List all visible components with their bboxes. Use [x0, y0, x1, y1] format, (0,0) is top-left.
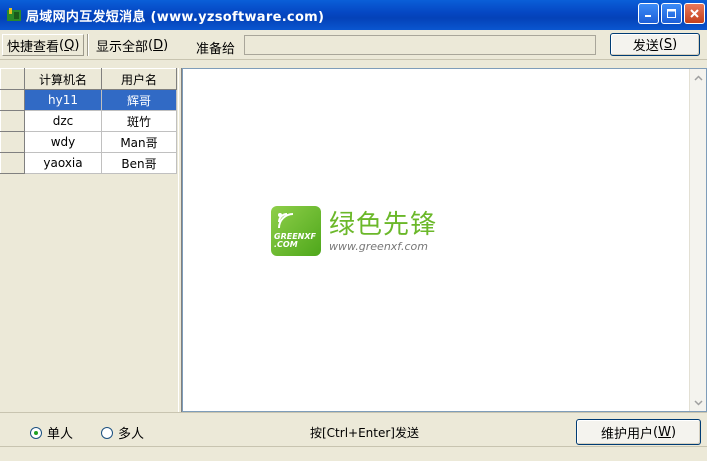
quick-view-label: 快捷查看	[7, 39, 60, 55]
chevron-up-icon	[693, 74, 703, 81]
ready-to-label: 准备给	[196, 42, 236, 57]
row-header[interactable]	[0, 110, 25, 132]
table-corner	[0, 68, 25, 90]
multi-label: 多人	[118, 427, 145, 442]
user-name-cell[interactable]: Ben哥	[101, 152, 177, 174]
computer-name-cell[interactable]: wdy	[24, 131, 102, 153]
show-all-label: 显示全部	[96, 39, 149, 55]
maintain-label: 维护用户	[600, 426, 653, 442]
close-button[interactable]	[684, 3, 705, 24]
single-label: 单人	[47, 427, 74, 442]
toolbar-separator	[87, 34, 89, 56]
window-title: 局域网内互发短消息 (www.yzsoftware.com)	[26, 9, 325, 25]
multi-user-radio[interactable]: 多人	[101, 423, 144, 442]
row-header[interactable]	[0, 131, 25, 153]
radio-button[interactable]	[30, 426, 42, 439]
maintain-users-button[interactable]: 维护用户(W)	[576, 419, 701, 445]
maintain-key: W	[658, 424, 671, 440]
column-header-computer[interactable]: 计算机名	[24, 68, 102, 90]
quick-view-key: Q	[64, 37, 75, 53]
minimize-icon	[645, 15, 651, 17]
radio-button[interactable]	[101, 426, 113, 439]
window-controls	[638, 3, 705, 24]
scroll-up-button[interactable]	[690, 69, 706, 86]
minimize-button[interactable]	[638, 3, 659, 24]
row-header[interactable]	[0, 152, 25, 174]
table-row[interactable]: wdy Man哥	[0, 131, 177, 153]
user-name-cell[interactable]: Man哥	[101, 131, 177, 153]
radio-selected-dot	[34, 430, 38, 435]
column-header-user[interactable]: 用户名	[101, 68, 177, 90]
maximize-button[interactable]	[661, 3, 682, 24]
quick-view-tab[interactable]: 快捷查看(Q)	[2, 34, 85, 56]
send-shortcut-hint: 按[Ctrl+Enter]发送	[310, 426, 419, 440]
table-row[interactable]: hy11 辉哥	[0, 89, 177, 111]
user-table: 计算机名 用户名 hy11 辉哥 dzc 斑竹 wdy Man哥 yaoxia …	[0, 68, 177, 174]
user-list-pane: 计算机名 用户名 hy11 辉哥 dzc 斑竹 wdy Man哥 yaoxia …	[0, 68, 178, 412]
close-icon	[690, 9, 699, 18]
computer-name-cell[interactable]: yaoxia	[24, 152, 102, 174]
status-bar	[0, 446, 707, 461]
table-row[interactable]: yaoxia Ben哥	[0, 152, 177, 174]
row-header[interactable]	[0, 89, 25, 111]
recipient-field[interactable]	[244, 35, 596, 55]
bottom-bar: 单人 多人 按[Ctrl+Enter]发送 维护用户(W)	[0, 412, 707, 461]
single-user-radio[interactable]: 单人	[30, 423, 73, 442]
show-all-tab[interactable]: 显示全部(D)	[92, 34, 172, 56]
vertical-scrollbar[interactable]	[689, 69, 706, 411]
app-icon	[6, 7, 22, 23]
send-key: S	[663, 37, 673, 52]
logo-text-2: .COM	[274, 240, 298, 249]
toolbar: 快捷查看(Q) 显示全部(D) 准备给	[0, 30, 707, 60]
chevron-down-icon	[693, 399, 703, 406]
watermark-title: 绿色先锋	[329, 209, 438, 240]
computer-name-cell[interactable]: dzc	[24, 110, 102, 132]
table-row[interactable]: dzc 斑竹	[0, 110, 177, 132]
send-label: 发送	[632, 39, 659, 54]
greenxf-logo: GREENXF .COM	[271, 206, 321, 256]
scroll-down-button[interactable]	[690, 394, 706, 411]
table-header-row: 计算机名 用户名	[0, 68, 177, 90]
message-textarea[interactable]: GREENXF .COM 绿色先锋 www.greenxf.com	[182, 68, 707, 412]
maximize-icon	[667, 9, 676, 18]
watermark-url: www.greenxf.com	[329, 239, 428, 253]
computer-name-cell[interactable]: hy11	[24, 89, 102, 111]
user-name-cell[interactable]: 辉哥	[101, 89, 177, 111]
watermark: GREENXF .COM 绿色先锋 www.greenxf.com	[271, 206, 437, 256]
send-button[interactable]: 发送(S)	[610, 33, 700, 56]
watermark-text: 绿色先锋 www.greenxf.com	[329, 210, 437, 253]
show-all-key: D	[153, 37, 164, 53]
logo-text: GREENXF .COM	[274, 233, 316, 249]
user-name-cell[interactable]: 斑竹	[101, 110, 177, 132]
title-bar: 局域网内互发短消息 (www.yzsoftware.com)	[0, 0, 707, 30]
